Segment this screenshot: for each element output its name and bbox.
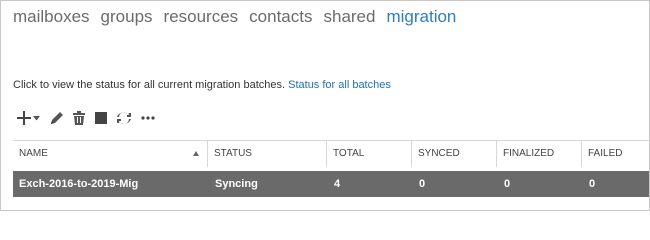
plus-icon[interactable] [16, 108, 32, 128]
chevron-down-icon[interactable] [32, 108, 40, 128]
status-info-text: Click to view the status for all current… [13, 79, 391, 91]
tab-contacts[interactable]: contacts [249, 7, 312, 27]
tab-resources[interactable]: resources [164, 7, 239, 27]
tab-mailboxes[interactable]: mailboxes [13, 7, 90, 27]
column-header-finalized[interactable]: FINALIZED [496, 141, 580, 167]
tab-migration[interactable]: migration [386, 7, 456, 27]
pencil-icon[interactable] [49, 108, 65, 128]
cell-synced: 0 [419, 178, 426, 190]
trash-icon[interactable] [72, 108, 86, 128]
toolbar [16, 108, 156, 128]
table-row[interactable]: Exch-2016-to-2019-Mig Syncing 4 0 0 0 [13, 171, 649, 197]
cell-finalized: 0 [504, 178, 511, 190]
cell-failed: 0 [589, 178, 596, 190]
table-header: NAME STATUS TOTAL SYNCED FINALIZED FAILE… [13, 140, 649, 167]
column-header-name[interactable]: NAME [13, 141, 206, 167]
status-for-all-batches-link[interactable]: Status for all batches [288, 79, 391, 91]
tab-shared[interactable]: shared [323, 7, 375, 27]
cell-name: Exch-2016-to-2019-Mig [19, 178, 139, 190]
tab-bar: mailboxes groups resources contacts shar… [13, 7, 467, 27]
column-header-status[interactable]: STATUS [207, 141, 325, 167]
more-icon[interactable] [140, 108, 156, 128]
cell-status: Syncing [215, 178, 258, 190]
tab-groups[interactable]: groups [101, 7, 153, 27]
column-header-total[interactable]: TOTAL [326, 141, 410, 167]
stop-icon[interactable] [94, 108, 108, 128]
migration-panel: mailboxes groups resources contacts shar… [0, 0, 650, 211]
cell-total: 4 [334, 178, 341, 190]
refresh-icon[interactable] [117, 108, 131, 128]
column-header-failed[interactable]: FAILED [581, 141, 649, 167]
sort-ascending-icon [193, 151, 199, 156]
info-message: Click to view the status for all current… [13, 79, 286, 91]
column-header-synced[interactable]: SYNCED [411, 141, 495, 167]
